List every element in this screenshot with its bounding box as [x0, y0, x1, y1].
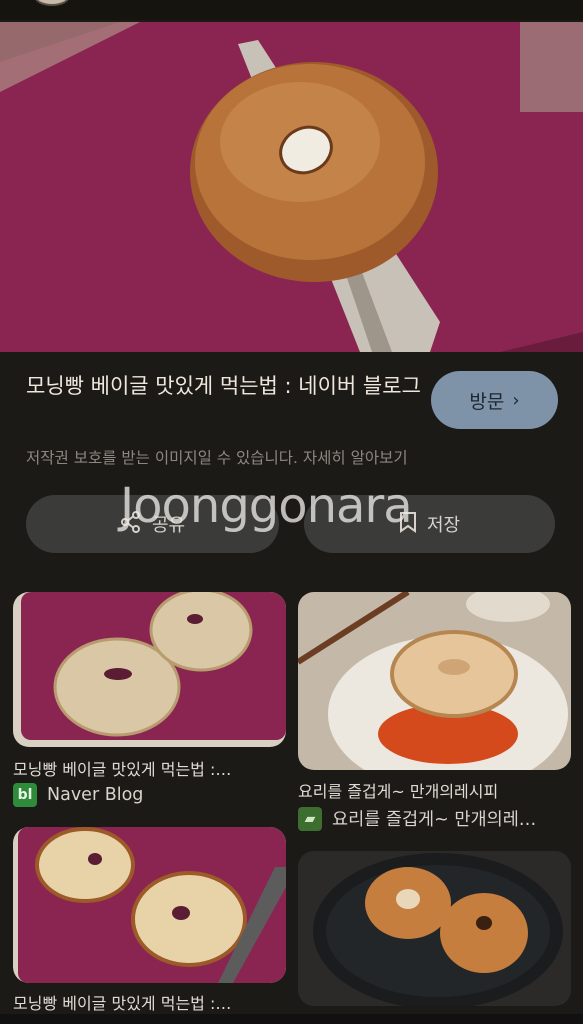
avatar[interactable] [34, 0, 70, 6]
source-label: 요리를 즐겁게~ 만개의레… [332, 810, 537, 830]
bookmark-icon [399, 511, 417, 538]
related-caption-3[interactable]: 모닝빵 베이글 맛있게 먹는법 :… [13, 990, 286, 1014]
naver-blog-logo-icon: bl [13, 783, 37, 807]
navigation-bar [0, 1014, 583, 1024]
hero-image[interactable] [0, 22, 583, 352]
copyright-note[interactable]: 저작권 보호를 받는 이미지일 수 있습니다. 자세히 알아보기 [26, 446, 408, 468]
related-caption-2[interactable]: 요리를 즐겁게~ 만개의레시피 [298, 778, 571, 802]
recipe-site-logo-icon: ▰ [298, 806, 322, 831]
page-title[interactable]: 모닝빵 베이글 맛있게 먹는법 : 네이버 블로그 [26, 370, 426, 402]
related-thumb-1[interactable] [13, 592, 286, 747]
related-thumb-4[interactable] [298, 851, 571, 1006]
related-source-1[interactable]: bl Naver Blog [13, 783, 143, 807]
chevron-right-icon: › [512, 389, 520, 411]
save-label: 저장 [426, 515, 461, 536]
visit-label: 방문 [469, 390, 505, 413]
related-thumb-2[interactable] [298, 592, 571, 770]
status-bar [0, 0, 583, 20]
share-label: 공유 [151, 515, 186, 536]
related-source-2[interactable]: ▰ 요리를 즐겁게~ 만개의레… [298, 806, 536, 831]
related-thumb-3[interactable] [13, 827, 286, 983]
save-button[interactable]: 저장 [304, 495, 555, 553]
related-caption-1[interactable]: 모닝빵 베이글 맛있게 먹는법 :… [13, 756, 286, 780]
visit-button[interactable]: 방문 › [431, 371, 558, 429]
source-label: Naver Blog [47, 785, 144, 805]
share-icon [120, 510, 142, 538]
result-title-block: 모닝빵 베이글 맛있게 먹는법 : 네이버 블로그 [26, 370, 426, 402]
share-button[interactable]: 공유 [26, 495, 279, 553]
